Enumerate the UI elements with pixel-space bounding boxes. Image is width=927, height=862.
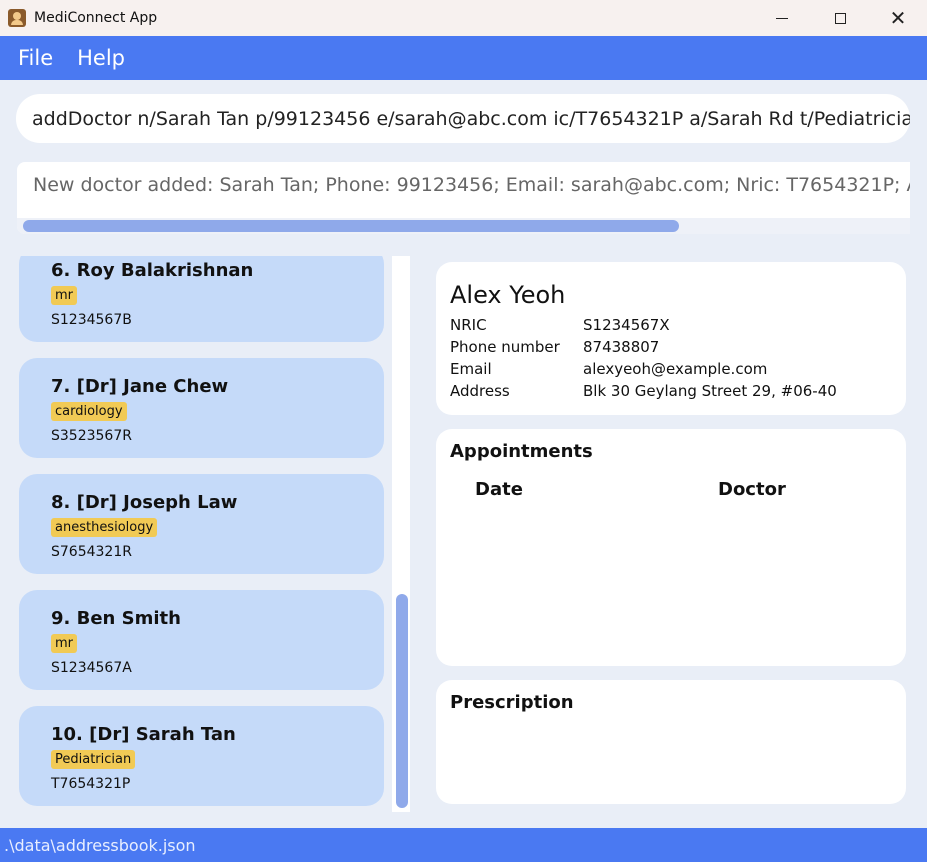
person-name: 10. [Dr] Sarah Tan [51, 724, 236, 745]
window-controls: ✕ [753, 0, 927, 36]
window-title: MediConnect App [34, 10, 158, 26]
minimize-icon [776, 17, 788, 19]
person-detail-card: Alex Yeoh NRIC S1234567X Phone number 8743… [436, 262, 906, 415]
detail-value: 87438807 [583, 338, 660, 356]
minimize-button[interactable] [753, 0, 811, 36]
appointments-title: Appointments [450, 441, 593, 462]
appointments-date-header: Date [475, 479, 523, 500]
person-nric: S1234567B [51, 312, 132, 328]
detail-row-nric: NRIC S1234567X [450, 316, 670, 334]
result-text: New doctor added: Sarah Tan; Phone: 9912… [33, 174, 910, 196]
appointments-doctor-header: Doctor [718, 479, 786, 500]
person-nric: S3523567R [51, 428, 132, 444]
person-list: 6. Roy Balakrishnan mr S1234567B 7. [Dr]… [0, 256, 410, 812]
detail-value: S1234567X [583, 316, 670, 334]
detail-label: Email [450, 360, 492, 378]
status-path: .\data\addressbook.json [4, 835, 196, 855]
result-display: New doctor added: Sarah Tan; Phone: 9912… [17, 162, 910, 234]
person-card[interactable]: 8. [Dr] Joseph Law anesthesiology S76543… [19, 474, 384, 574]
person-tag: cardiology [51, 402, 127, 421]
person-card[interactable]: 7. [Dr] Jane Chew cardiology S3523567R [19, 358, 384, 458]
maximize-button[interactable] [811, 0, 869, 36]
menu-help[interactable]: Help [77, 46, 125, 70]
person-tag: Pediatrician [51, 750, 136, 769]
menu-file[interactable]: File [18, 46, 53, 70]
close-icon: ✕ [889, 6, 907, 30]
person-tag: mr [51, 634, 78, 653]
title-bar: MediConnect App ✕ [0, 0, 927, 36]
close-button[interactable]: ✕ [869, 0, 927, 36]
maximize-icon [834, 12, 846, 24]
person-nric: S7654321R [51, 544, 132, 560]
menu-bar: File Help [0, 36, 927, 80]
person-tag: anesthesiology [51, 518, 158, 537]
app-icon [8, 9, 26, 27]
result-scrollbar-thumb[interactable] [23, 220, 679, 232]
detail-value: alexyeoh@example.com [583, 360, 768, 378]
detail-row-phone: Phone number 87438807 [450, 338, 659, 356]
detail-row-address: Address Blk 30 Geylang Street 29, #06-40 [450, 382, 837, 400]
command-text: addDoctor n/Sarah Tan p/99123456 e/sarah… [32, 107, 910, 130]
status-bar: .\data\addressbook.json [0, 828, 927, 862]
person-card[interactable]: 10. [Dr] Sarah Tan Pediatrician T7654321… [19, 706, 384, 806]
person-card[interactable]: 6. Roy Balakrishnan mr S1234567B [19, 256, 384, 342]
person-name: 8. [Dr] Joseph Law [51, 492, 238, 513]
person-card[interactable]: 9. Ben Smith mr S1234567A [19, 590, 384, 690]
person-nric: T7654321P [51, 776, 131, 792]
detail-value: Blk 30 Geylang Street 29, #06-40 [583, 382, 837, 400]
prescription-title: Prescription [450, 692, 574, 713]
person-nric: S1234567A [51, 660, 132, 676]
person-name: 6. Roy Balakrishnan [51, 260, 254, 281]
prescription-card: Prescription [436, 680, 906, 804]
list-scrollbar-thumb[interactable] [396, 594, 408, 808]
command-input[interactable]: addDoctor n/Sarah Tan p/99123456 e/sarah… [16, 94, 910, 143]
detail-label: Address [450, 382, 510, 400]
detail-name: Alex Yeoh [450, 281, 566, 309]
appointments-card: Appointments Date Doctor [436, 429, 906, 666]
detail-row-email: Email alexyeoh@example.com [450, 360, 767, 378]
detail-label: Phone number [450, 338, 560, 356]
detail-label: NRIC [450, 316, 487, 334]
person-name: 7. [Dr] Jane Chew [51, 376, 229, 397]
person-tag: mr [51, 286, 78, 305]
person-name: 9. Ben Smith [51, 608, 181, 629]
